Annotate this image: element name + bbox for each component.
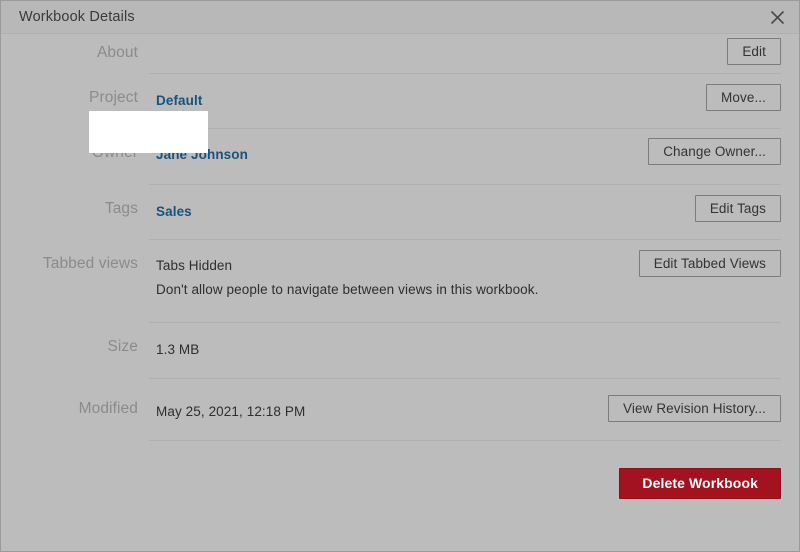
divider (149, 322, 781, 323)
edit-tabbed-views-button[interactable]: Edit Tabbed Views (638, 250, 781, 277)
row-about: About Edit (1, 34, 799, 73)
dialog-titlebar: Workbook Details (1, 1, 799, 34)
tags-label: Tags (104, 200, 138, 217)
tabbed-views-value: Tabs Hidden (156, 258, 233, 273)
modified-value: May 25, 2021, 12:18 PM (156, 404, 306, 419)
edit-button[interactable]: Edit (727, 38, 781, 65)
dialog-title: Workbook Details (19, 9, 135, 25)
dialog-body: About Edit Project Default Move... Owner… (1, 34, 799, 551)
owner-link[interactable]: Jane Johnson (156, 147, 248, 162)
row-delete: Delete Workbook (1, 440, 799, 520)
size-label: Size (107, 338, 138, 355)
row-owner: Owner Jane Johnson Change Owner... (1, 128, 799, 184)
project-label: Project (89, 89, 138, 106)
workbook-details-dialog: Workbook Details About Edit Project Defa… (0, 0, 800, 552)
row-tags: Tags Sales Edit Tags (1, 184, 799, 239)
about-label: About (96, 44, 138, 61)
modified-label: Modified (78, 400, 138, 417)
divider (149, 378, 781, 379)
edit-tags-button[interactable]: Edit Tags (694, 195, 781, 222)
size-value: 1.3 MB (156, 342, 200, 357)
move-button[interactable]: Move... (706, 84, 781, 111)
divider (149, 128, 781, 129)
delete-workbook-button[interactable]: Delete Workbook (619, 468, 781, 499)
tabbed-views-description: Don't allow people to navigate between v… (156, 282, 539, 297)
row-project: Project Default Move... (1, 73, 799, 128)
divider (149, 73, 781, 74)
divider (149, 239, 781, 240)
project-link[interactable]: Default (156, 93, 202, 108)
tags-link[interactable]: Sales (156, 204, 192, 219)
divider (149, 184, 781, 185)
row-size: Size 1.3 MB (1, 322, 799, 378)
change-owner-button[interactable]: Change Owner... (648, 138, 781, 165)
view-revision-history-button[interactable]: View Revision History... (608, 395, 781, 422)
tabbed-views-label: Tabbed views (42, 255, 138, 272)
owner-label: Owner (91, 144, 138, 161)
row-tabbed-views: Tabbed views Tabs Hidden Don't allow peo… (1, 239, 799, 322)
divider (149, 440, 781, 441)
row-modified: Modified May 25, 2021, 12:18 PM View Rev… (1, 378, 799, 440)
close-icon[interactable] (763, 3, 791, 31)
